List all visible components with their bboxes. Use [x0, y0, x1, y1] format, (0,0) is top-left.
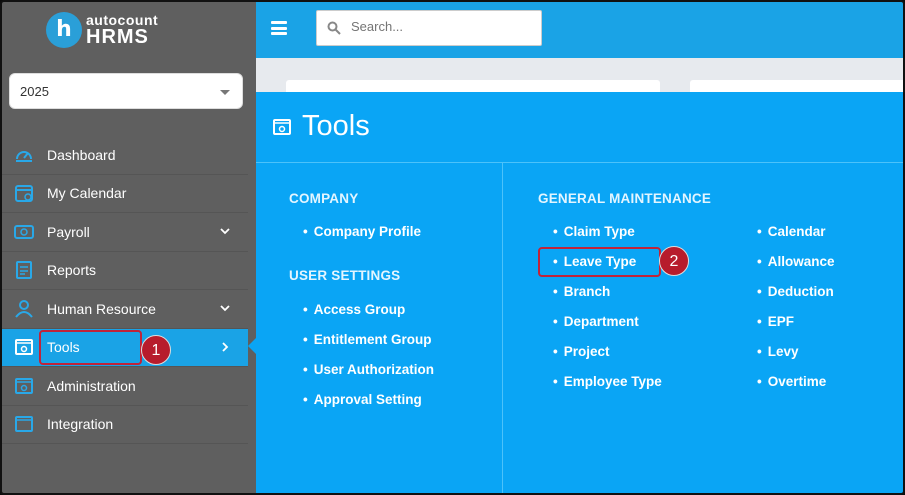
tools-panel: Tools COMPANY Company Profile USER SETTI…: [256, 92, 903, 493]
link-claim-type[interactable]: Claim Type: [553, 224, 635, 239]
sidebar-item-administration[interactable]: Administration: [2, 367, 248, 406]
sidebar-item-label: Administration: [47, 377, 136, 394]
link-entitlement-group[interactable]: Entitlement Group: [303, 332, 432, 347]
link-calendar[interactable]: Calendar: [757, 224, 826, 239]
link-department[interactable]: Department: [553, 314, 639, 329]
link-employee-type[interactable]: Employee Type: [553, 374, 662, 389]
sidebar-item-label: Reports: [47, 262, 97, 279]
link-deduction[interactable]: Deduction: [757, 284, 834, 299]
section-heading-user-settings: USER SETTINGS: [289, 268, 401, 283]
section-heading-company: COMPANY: [289, 191, 359, 206]
sidebar-item-dashboard[interactable]: Dashboard: [2, 136, 248, 175]
link-user-authorization[interactable]: User Authorization: [303, 362, 434, 377]
payroll-icon: [14, 222, 34, 242]
sidebar-item-label: Human Resource: [47, 300, 156, 317]
link-levy[interactable]: Levy: [757, 344, 799, 359]
search-icon: [327, 21, 341, 35]
link-branch[interactable]: Branch: [553, 284, 611, 299]
chevron-down-icon: [220, 90, 230, 95]
sidebar-item-label: Dashboard: [47, 146, 116, 163]
app-window: h autocount HRMS 2025 Dashboard My Calen…: [0, 0, 905, 495]
link-overtime[interactable]: Overtime: [757, 374, 827, 389]
reports-icon: [14, 260, 34, 280]
divider: [256, 162, 903, 163]
brand-product: HRMS: [86, 26, 149, 48]
active-pointer: [248, 336, 258, 356]
hamburger-menu-icon[interactable]: [271, 21, 287, 35]
search-input[interactable]: [351, 19, 531, 34]
sidebar-item-payroll[interactable]: Payroll: [2, 213, 248, 252]
link-allowance[interactable]: Allowance: [757, 254, 835, 269]
search-box[interactable]: [316, 10, 542, 46]
highlight-box-leave-type: [538, 247, 661, 277]
sidebar-item-label: Integration: [47, 416, 114, 433]
calendar-icon: [14, 183, 34, 203]
link-approval-setting[interactable]: Approval Setting: [303, 392, 422, 407]
administration-icon: [14, 376, 34, 396]
sidebar-item-reports[interactable]: Reports: [2, 252, 248, 290]
top-bar: [256, 2, 903, 58]
sidebar: h autocount HRMS 2025 Dashboard My Calen…: [2, 2, 256, 493]
section-heading-general-maintenance: GENERAL MAINTENANCE: [538, 191, 712, 206]
panel-title: Tools: [272, 110, 370, 143]
step-badge-2: 2: [659, 246, 689, 276]
chevron-down-icon: [220, 305, 230, 312]
step-badge-1: 1: [141, 335, 171, 365]
link-epf[interactable]: EPF: [757, 314, 794, 329]
tools-icon: [273, 118, 291, 135]
year-select[interactable]: 2025: [9, 73, 243, 109]
link-project[interactable]: Project: [553, 344, 610, 359]
sidebar-item-label: Payroll: [47, 223, 90, 240]
app-logo[interactable]: h autocount HRMS: [46, 12, 206, 52]
sidebar-item-label: My Calendar: [47, 185, 127, 202]
panel-title-text: Tools: [302, 110, 370, 142]
year-select-value: 2025: [20, 84, 49, 99]
human-resource-icon: [14, 299, 34, 319]
sidebar-item-integration[interactable]: Integration: [2, 406, 248, 444]
link-company-profile[interactable]: Company Profile: [303, 224, 421, 239]
highlight-box-tools: [39, 330, 142, 365]
integration-icon: [14, 414, 34, 434]
sidebar-item-my-calendar[interactable]: My Calendar: [2, 175, 248, 213]
chevron-down-icon: [220, 228, 230, 235]
divider: [502, 163, 503, 493]
logo-icon: h: [46, 12, 82, 48]
chevron-right-icon: [222, 341, 229, 352]
dashboard-icon: [14, 145, 34, 165]
link-access-group[interactable]: Access Group: [303, 302, 406, 317]
sidebar-item-human-resource[interactable]: Human Resource: [2, 290, 248, 329]
sidebar-menu: Dashboard My Calendar Payroll Reports Hu…: [2, 136, 248, 444]
tools-icon: [14, 337, 34, 357]
